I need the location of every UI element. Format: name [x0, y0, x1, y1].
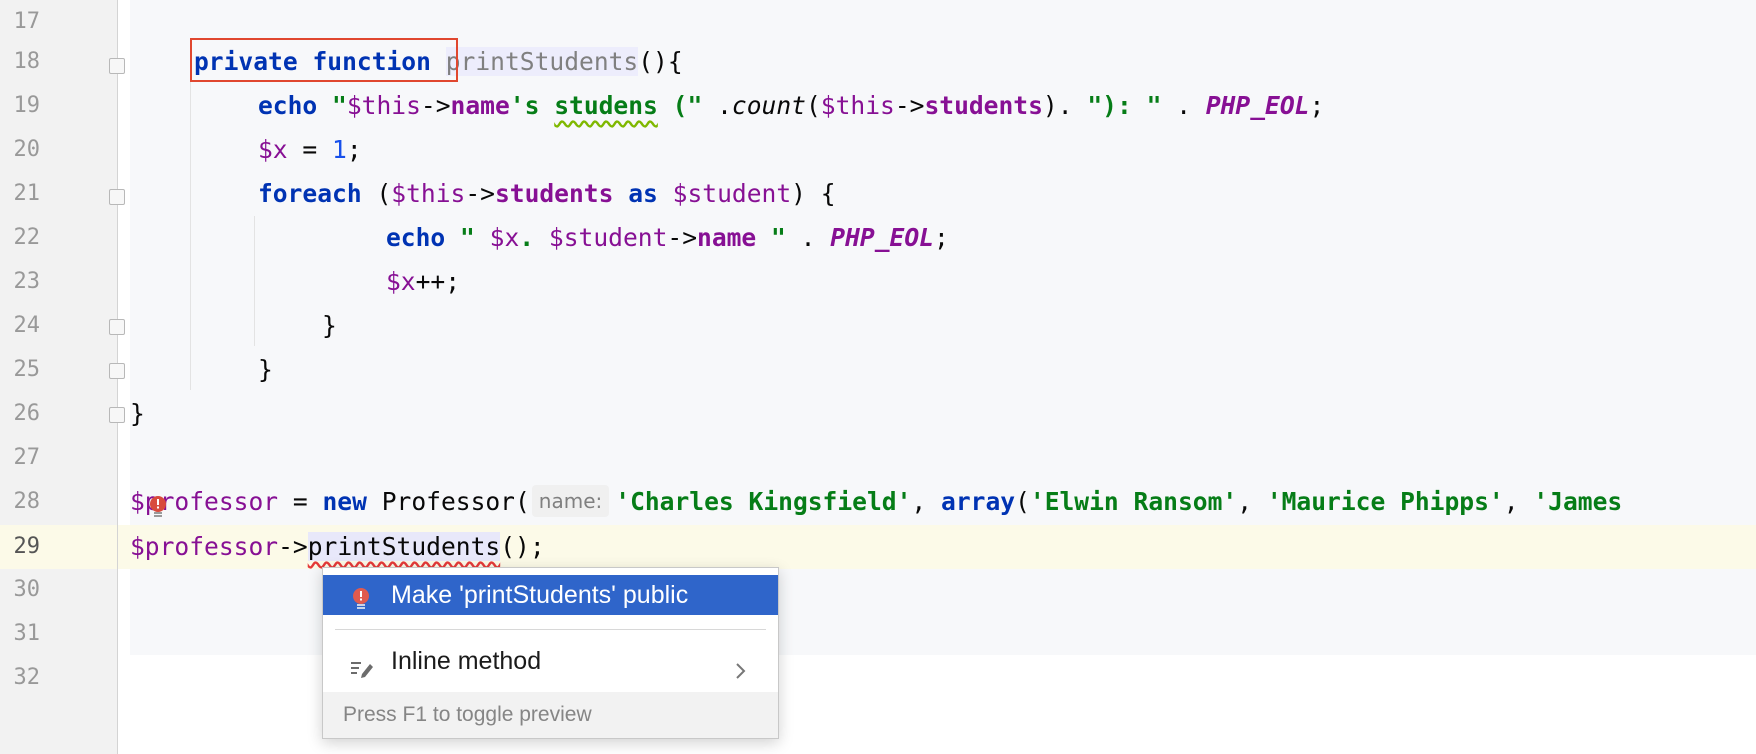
- code-line-22[interactable]: 22 echo " $x. $student->name " . PHP_EOL…: [0, 216, 1756, 260]
- action-label: Inline method: [391, 647, 542, 675]
- line-number: 30: [13, 577, 41, 602]
- line-number: 31: [13, 621, 41, 646]
- inline-method-action[interactable]: Inline method: [323, 641, 778, 681]
- line-number: 25: [13, 357, 41, 382]
- line-number: 17: [13, 9, 41, 34]
- code-line-20[interactable]: 20 $x = 1;: [0, 128, 1756, 172]
- refactor-pencil-icon: [351, 651, 375, 678]
- code-line-27[interactable]: 27: [0, 436, 1756, 480]
- toggle-preview-hint: Press F1 to toggle preview: [343, 703, 592, 726]
- code-text[interactable]: }: [130, 392, 145, 436]
- menu-separator: [335, 629, 766, 630]
- line-number: 28: [13, 489, 41, 514]
- line-number: 24: [13, 313, 41, 338]
- code-text[interactable]: foreach ($this->students as $student) {: [258, 172, 836, 216]
- code-line-21[interactable]: 21 foreach ($this->students as $student)…: [0, 172, 1756, 216]
- line-number: 27: [13, 445, 41, 470]
- line-number: 26: [13, 401, 41, 426]
- error-bulb-icon: [351, 583, 371, 609]
- code-line-24[interactable]: 24 }: [0, 304, 1756, 348]
- intention-bulb-icon[interactable]: [148, 495, 168, 519]
- code-line-25[interactable]: 25 }: [0, 348, 1756, 392]
- code-line-30[interactable]: 30: [0, 568, 1756, 612]
- code-line-29[interactable]: 29 $professor->printStudents();: [0, 525, 1756, 569]
- line-number: 20: [13, 137, 41, 162]
- code-text[interactable]: $x = 1;: [258, 128, 362, 172]
- method-name-printStudents[interactable]: printStudents: [445, 47, 639, 76]
- code-text[interactable]: echo " $x. $student->name " . PHP_EOL;: [386, 216, 949, 260]
- code-text[interactable]: }: [258, 348, 273, 392]
- line-number: 22: [13, 225, 41, 250]
- line-number-current: 29: [13, 534, 41, 559]
- popup-footer: Press F1 to toggle preview: [323, 692, 778, 738]
- code-text[interactable]: echo "$this->name's studens (" .count($t…: [258, 84, 1324, 128]
- code-line-31[interactable]: 31: [0, 612, 1756, 656]
- highlight-box: [190, 38, 458, 82]
- code-line-28[interactable]: 28 $professor = new Professor(name: 'Char…: [0, 480, 1756, 524]
- make-public-action[interactable]: Make 'printStudents' public: [323, 575, 778, 615]
- parameter-hint: name:: [531, 485, 610, 517]
- line-number: 18: [13, 49, 41, 74]
- code-line-26[interactable]: 26 }: [0, 392, 1756, 436]
- typo-warning: studens: [554, 91, 658, 120]
- method-call-printStudents[interactable]: printStudents: [307, 532, 501, 561]
- line-number: 21: [13, 181, 41, 206]
- code-line-32[interactable]: 32: [0, 656, 1756, 700]
- code-text[interactable]: $professor->printStudents();: [130, 525, 545, 569]
- line-number: 32: [13, 665, 41, 690]
- code-text[interactable]: $professor = new Professor(name: 'Charles…: [130, 480, 1622, 524]
- code-line-23[interactable]: 23 $x++;: [0, 260, 1756, 304]
- code-line-19[interactable]: 19 echo "$this->name's studens (" .count…: [0, 84, 1756, 128]
- line-number: 23: [13, 269, 41, 294]
- line-number: 19: [13, 93, 41, 118]
- code-text[interactable]: $x++;: [386, 260, 460, 304]
- chevron-right-icon: [733, 652, 747, 679]
- action-label: Make 'printStudents' public: [391, 581, 689, 609]
- intention-actions-popup: Make 'printStudents' public Inline metho…: [322, 567, 779, 739]
- code-text[interactable]: }: [322, 304, 337, 348]
